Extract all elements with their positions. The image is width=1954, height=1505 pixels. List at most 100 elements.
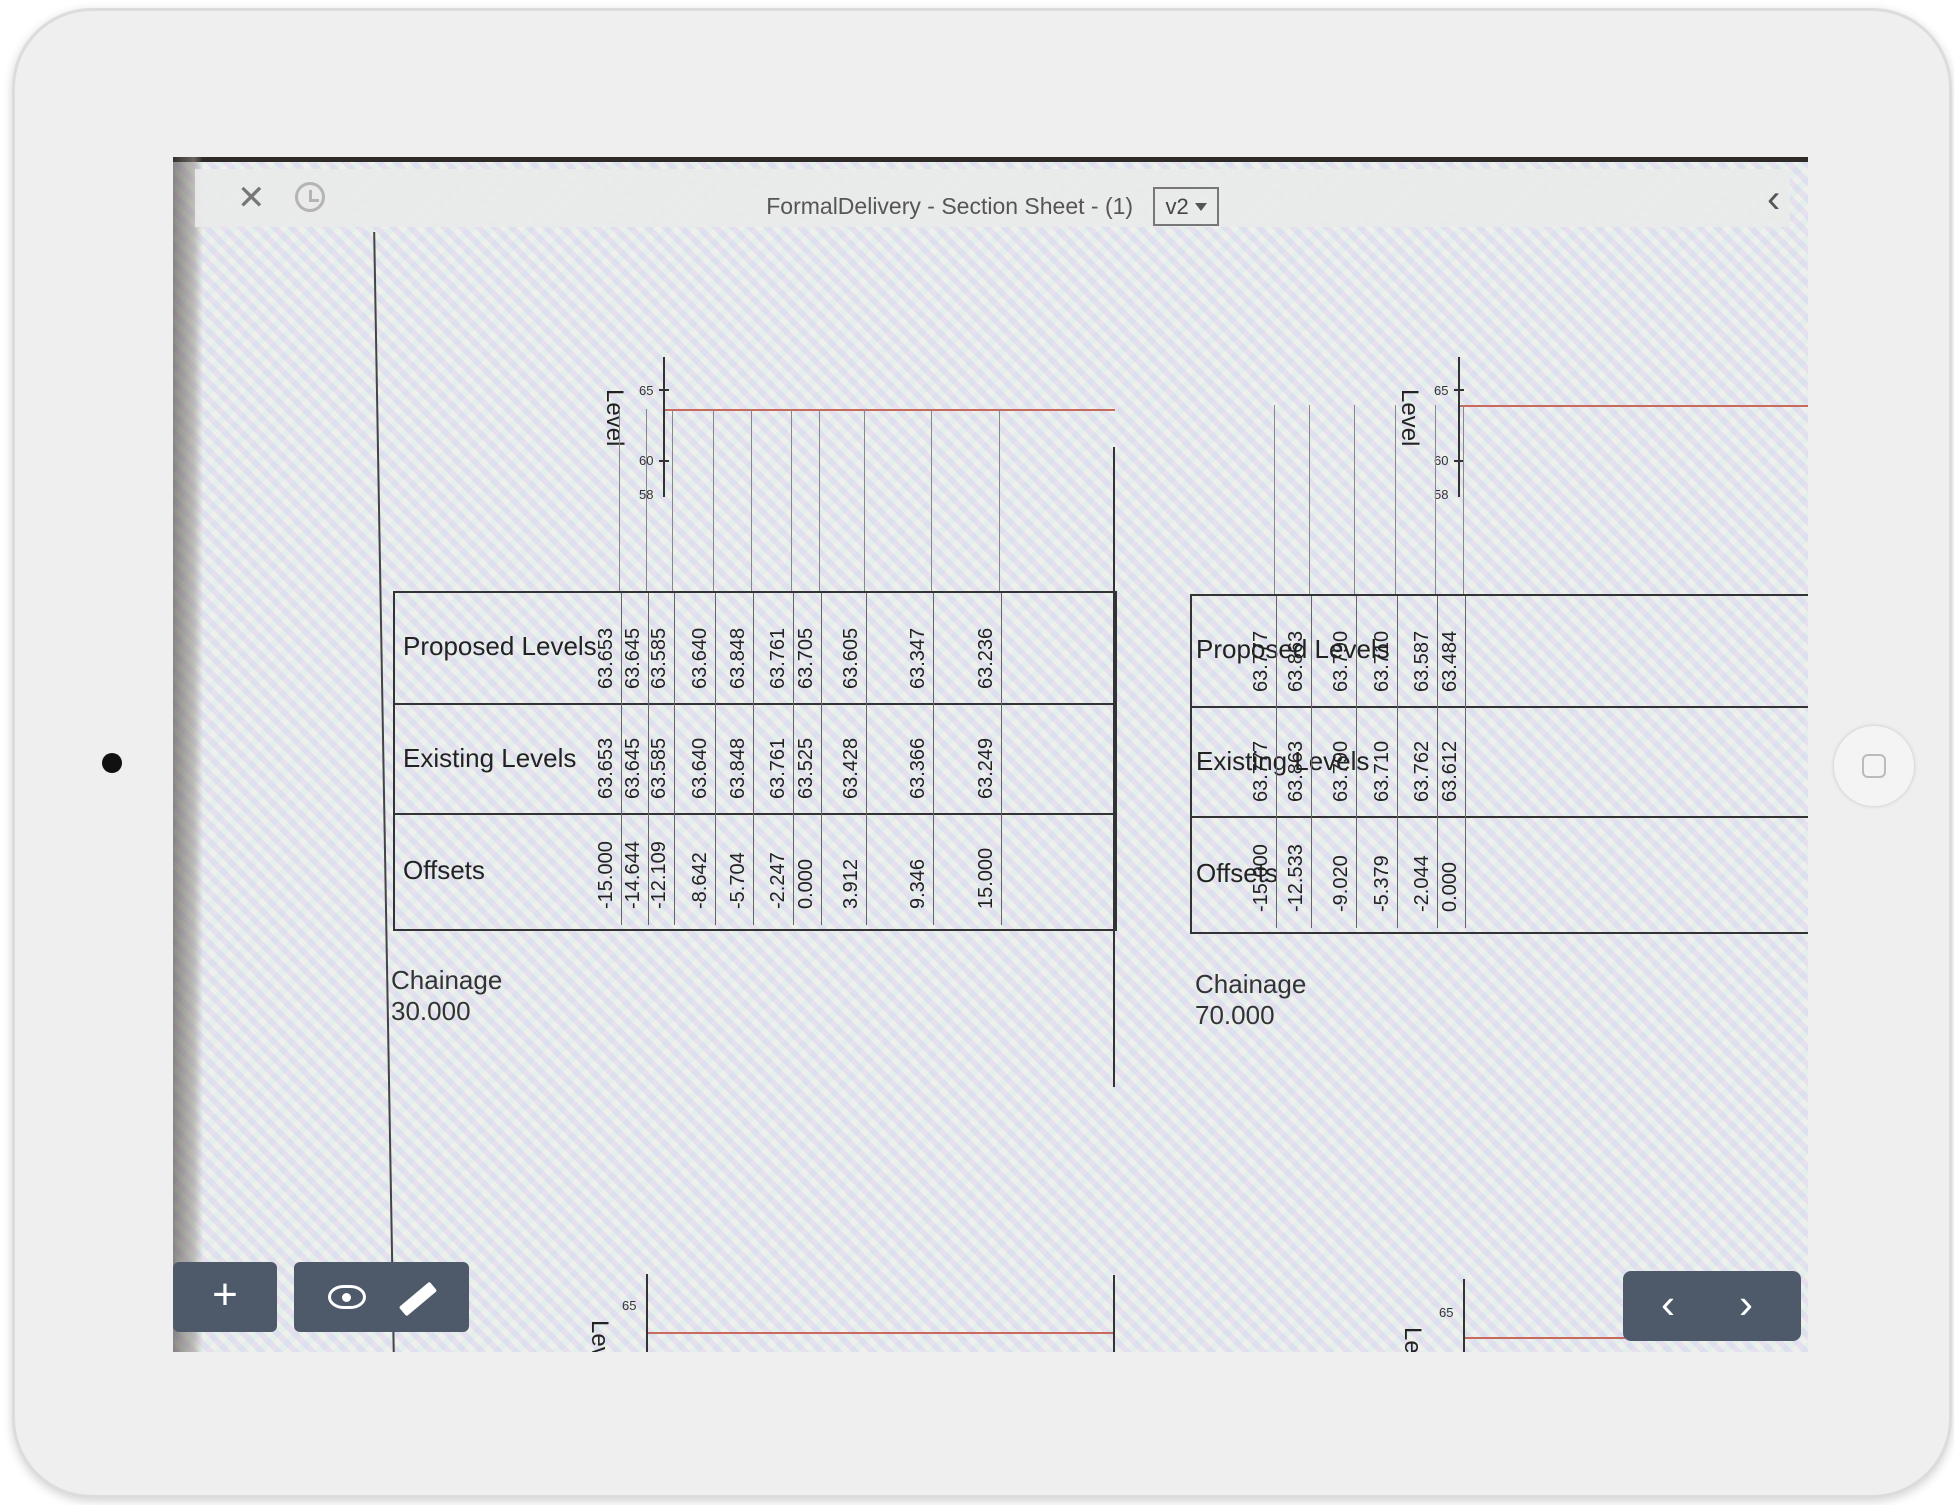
chainage-label: Chainage 30.000 — [391, 965, 503, 1026]
screen-edge-shadow — [173, 157, 203, 1352]
offset-value: 15.000 — [975, 847, 997, 909]
proposed-level-value: 63.848 — [727, 627, 749, 689]
proposed-level-value: 63.585 — [648, 627, 670, 689]
section-drop-line — [751, 409, 752, 591]
row-label-offsets: Offsets — [403, 855, 485, 885]
offset-value: -8.642 — [689, 852, 711, 909]
proposed-level-value: 63.653 — [595, 627, 617, 689]
offset-value: 9.346 — [907, 858, 929, 909]
front-camera — [102, 753, 122, 773]
existing-level-value: 63.366 — [907, 737, 929, 799]
levels-table: Proposed Levels Existing Levels Offsets … — [1190, 594, 1808, 934]
existing-level-value: 63.761 — [767, 737, 789, 799]
page-navigator: ‹ › — [1623, 1271, 1801, 1341]
tick-label-65: 65 — [1439, 1305, 1454, 1320]
column-divider — [793, 593, 794, 925]
existing-level-value: 63.762 — [1411, 740, 1433, 802]
screen-edge — [173, 157, 1808, 162]
home-button[interactable] — [1834, 726, 1914, 806]
existing-level-value: 63.585 — [648, 737, 670, 799]
offset-value: -12.109 — [648, 841, 670, 909]
column-divider — [1356, 596, 1357, 928]
eye-icon[interactable] — [328, 1285, 366, 1309]
section-drop-line — [819, 409, 820, 591]
proposed-level-value: 63.710 — [1371, 630, 1393, 692]
version-label: v2 — [1165, 194, 1189, 220]
tick-label-65: 65 — [1434, 383, 1449, 398]
section-drop-line — [646, 409, 647, 591]
proposed-level-value: 63.640 — [689, 627, 711, 689]
levels-table: Proposed Levels Existing Levels Offsets … — [393, 591, 1117, 931]
chainage-label: Chainage 70.000 — [1195, 969, 1307, 1030]
offset-value: -5.379 — [1371, 855, 1393, 912]
existing-level-value: 63.790 — [1330, 740, 1352, 802]
level-axis-label: Le — [1399, 1327, 1426, 1352]
column-divider — [1437, 596, 1438, 928]
level-axis-label: Lev — [586, 1320, 613, 1352]
offset-value: -15.000 — [595, 841, 617, 909]
tick-label-65: 65 — [639, 383, 654, 398]
version-dropdown[interactable]: v2 — [1153, 187, 1219, 227]
section-drop-line — [864, 409, 865, 591]
offset-value: 0.000 — [1439, 861, 1461, 912]
column-divider — [1397, 596, 1398, 928]
chevron-left-icon[interactable]: ‹ — [1661, 1283, 1675, 1325]
offset-value: -5.704 — [727, 852, 749, 909]
existing-level-value: 63.428 — [840, 737, 862, 799]
proposed-level-value: 63.705 — [795, 627, 817, 689]
section-drop-line — [999, 409, 1000, 591]
existing-level-value: 63.640 — [689, 737, 711, 799]
level-axis — [646, 1274, 648, 1352]
chevron-left-icon[interactable]: ‹ — [1767, 179, 1780, 219]
existing-level-value: 63.612 — [1439, 740, 1461, 802]
section-drop-line — [619, 409, 620, 591]
ruler-icon[interactable] — [398, 1281, 438, 1317]
offset-value: -15.000 — [1250, 844, 1272, 912]
level-axis — [663, 357, 665, 497]
proposed-level-value: 63.605 — [840, 627, 862, 689]
existing-level-value: 63.249 — [975, 737, 997, 799]
section-drop-line — [1354, 405, 1355, 594]
proposed-level-value: 63.645 — [622, 627, 644, 689]
column-divider — [674, 593, 675, 925]
caret-down-icon — [1194, 203, 1207, 212]
tick-label-58: 58 — [1434, 487, 1449, 502]
tick-65 — [1454, 389, 1464, 391]
section-drop-line — [791, 409, 792, 591]
existing-level-value: 63.653 — [595, 737, 617, 799]
chart-border — [1113, 1275, 1115, 1352]
column-divider — [753, 593, 754, 925]
column-divider — [1465, 596, 1466, 928]
proposed-level-value: 63.863 — [1285, 630, 1307, 692]
existing-level-value: 63.777 — [1250, 740, 1272, 802]
document-title-area: FormalDelivery - Section Sheet - (1) v2 — [195, 187, 1790, 227]
level-axis-label: Level — [601, 389, 628, 447]
proposed-level-value: 63.347 — [907, 627, 929, 689]
ground-profile-line — [665, 409, 1115, 411]
existing-level-value: 63.525 — [795, 737, 817, 799]
column-divider — [1001, 593, 1002, 925]
section-drop-line — [1395, 405, 1396, 594]
offset-value: 3.912 — [840, 858, 862, 909]
proposed-levels-row: Proposed Levels — [395, 593, 1115, 703]
section-drop-line — [931, 409, 932, 591]
offset-value: 0.000 — [795, 858, 817, 909]
level-axis-label: Level — [1396, 389, 1423, 447]
proposed-level-value: 63.484 — [1439, 630, 1461, 692]
tick-label-60: 60 — [1434, 453, 1449, 468]
tick-label-65: 65 — [622, 1298, 637, 1313]
chevron-right-icon[interactable]: › — [1739, 1283, 1753, 1325]
add-button[interactable]: + — [173, 1262, 277, 1332]
proposed-level-value: 63.236 — [975, 627, 997, 689]
ground-profile-line — [648, 1332, 1113, 1334]
ground-profile-line — [1460, 405, 1808, 407]
level-axis — [1458, 357, 1460, 497]
column-divider — [866, 593, 867, 925]
level-axis — [1463, 1279, 1465, 1352]
existing-level-value: 63.848 — [727, 737, 749, 799]
column-divider — [933, 593, 934, 925]
app-screen: ✕ FormalDelivery - Section Sheet - (1) v… — [173, 157, 1808, 1352]
title-bar: ✕ FormalDelivery - Section Sheet - (1) v… — [195, 169, 1790, 227]
proposed-level-value: 63.777 — [1250, 630, 1272, 692]
offset-value: -12.533 — [1285, 844, 1307, 912]
